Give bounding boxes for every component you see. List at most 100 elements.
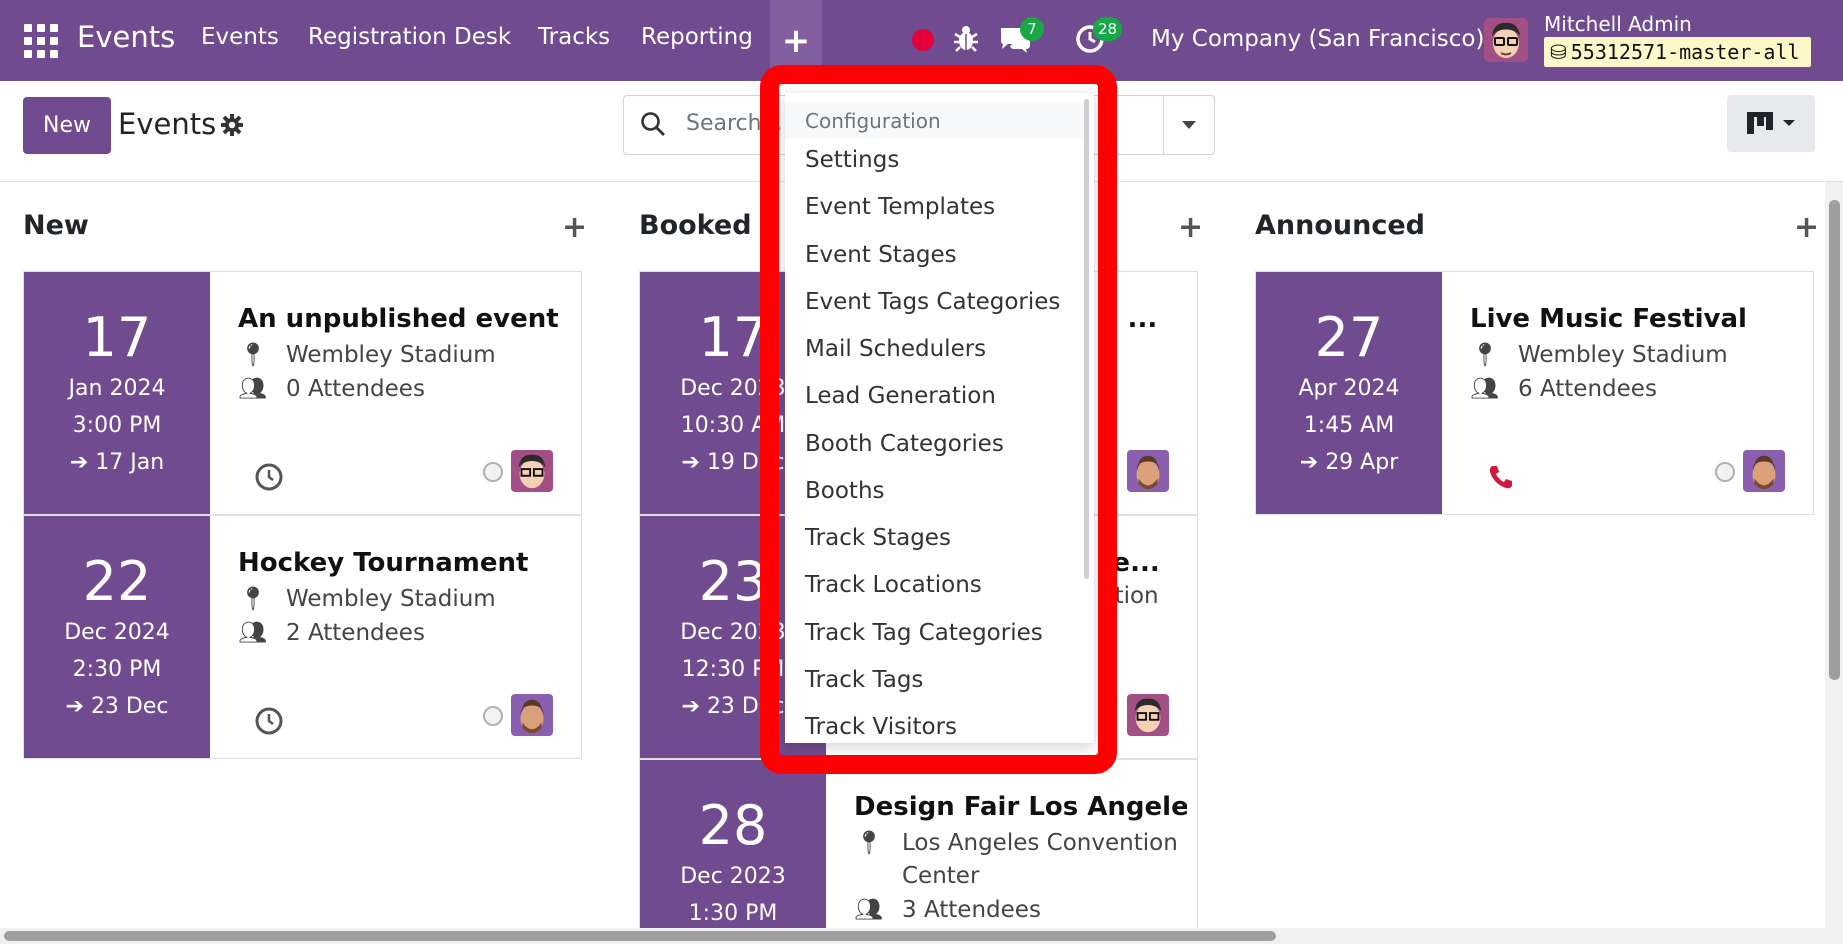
kanban-state-toggle[interactable] [483,706,503,726]
configuration-dropdown: Configuration Settings Event Templates E… [785,93,1094,743]
card-month-year: Jan 2024 [68,376,166,401]
horizontal-scrollbar-thumb[interactable] [4,931,1276,941]
menu-item-event-tags-categories[interactable]: Event Tags Categories [805,289,1060,315]
card-time: 3:00 PM [72,413,162,438]
activity-count-badge: 28 [1093,17,1123,41]
search-options-toggle[interactable] [1163,95,1215,155]
card-day: 22 [82,550,152,613]
search-icon [641,112,665,136]
menu-item-booth-categories[interactable]: Booth Categories [805,431,1004,457]
menu-item-track-stages[interactable]: Track Stages [805,525,951,551]
avatar[interactable] [1127,694,1169,736]
card-end-label: 23 Dec [90,694,169,719]
user-name[interactable]: Mitchell Admin [1544,12,1692,36]
users-icon: 👥︎ [238,376,268,402]
column-title-new: New [23,210,89,241]
card-title: te... [1100,548,1160,578]
event-card[interactable]: 22 Dec 2024 2:30 PM ➔ 23 Dec Hockey Tour… [23,515,582,759]
menu-reporting[interactable]: Reporting [641,24,753,50]
menu-item-event-stages[interactable]: Event Stages [805,242,957,268]
card-month-year: Apr 2024 [1298,376,1400,401]
avatar[interactable] [1743,450,1785,492]
card-date-block: 27 Apr 2024 1:45 AM ➔ 29 Apr [1256,272,1442,514]
map-pin-icon: 📍︎ [1470,342,1500,368]
card-attendees: 0 Attendees [286,375,425,402]
avatar[interactable] [1127,450,1169,492]
card-title: n ... [1100,304,1158,334]
company-switcher[interactable]: My Company (San Francisco) [1151,26,1484,52]
menu-tracks[interactable]: Tracks [538,24,610,50]
card-location: Los Angeles Convention [902,829,1178,856]
card-end-label: 29 Apr [1325,450,1399,475]
menu-item-settings[interactable]: Settings [805,147,899,173]
vertical-scrollbar-thumb[interactable] [1829,200,1840,680]
card-date-block: 28 Dec 2023 1:30 PM [640,760,826,938]
page-title: Events [118,107,217,141]
event-card[interactable]: 17 Jan 2024 3:00 PM ➔ 17 Jan An unpublis… [23,271,582,515]
dropdown-scrollbar[interactable] [1084,99,1089,579]
menu-registration-desk[interactable]: Registration Desk [308,24,511,50]
menu-item-track-visitors[interactable]: Track Visitors [805,714,957,740]
caret-down-icon [1182,121,1196,129]
view-switcher-button[interactable] [1727,95,1815,152]
top-navbar: Events Events Registration Desk Tracks R… [0,0,1843,81]
map-pin-icon: 📍︎ [238,342,268,368]
card-end-label: 23 Dec [706,694,785,719]
activity-clock-icon[interactable] [254,706,284,736]
user-avatar[interactable] [1484,18,1528,62]
card-location: Wembley Stadium [286,341,496,368]
menu-item-mail-schedulers[interactable]: Mail Schedulers [805,336,986,362]
database-icon: ⛁ [1550,40,1567,64]
card-end-date: ➔ 17 Jan [69,450,165,475]
column-title-booked: Booked [639,210,752,241]
card-time: 1:30 PM [688,901,778,926]
card-date-block: 17 Jan 2024 3:00 PM ➔ 17 Jan [24,272,210,514]
avatar[interactable] [511,450,553,492]
gear-icon[interactable] [220,113,244,137]
column-add-new-icon[interactable]: + [562,210,587,245]
debug-bug-icon[interactable] [953,24,979,54]
avatar[interactable] [511,694,553,736]
menu-item-booths[interactable]: Booths [805,478,885,504]
new-button[interactable]: New [23,97,111,154]
event-card[interactable]: 27 Apr 2024 1:45 AM ➔ 29 Apr Live Music … [1255,271,1814,515]
users-icon: 👥︎ [854,897,884,923]
menu-item-event-templates[interactable]: Event Templates [805,194,995,220]
menu-item-track-locations[interactable]: Track Locations [805,572,982,598]
card-title: Design Fair Los Angeles [854,792,1187,822]
database-name: ⛁ 55312571-master-all [1544,37,1811,67]
menu-events[interactable]: Events [201,24,279,50]
card-day: 27 [1314,306,1384,369]
search-input[interactable]: Search... [686,111,783,136]
menu-item-track-tag-categories[interactable]: Track Tag Categories [805,620,1043,646]
app-brand[interactable]: Events [77,20,175,54]
apps-menu-icon[interactable] [24,24,58,58]
card-title: An unpublished event [238,304,559,334]
kanban-state-toggle[interactable] [1715,462,1735,482]
users-icon: 👥︎ [238,620,268,646]
event-card[interactable]: 28 Dec 2023 1:30 PM Design Fair Los Ange… [639,759,1198,939]
chat-count-badge: 7 [1020,17,1044,41]
menu-item-track-tags[interactable]: Track Tags [805,667,923,693]
card-title: Live Music Festival [1470,304,1747,334]
map-pin-icon: 📍︎ [854,830,884,856]
card-day: 28 [698,794,768,857]
phone-activity-icon[interactable] [1486,462,1516,492]
card-month-year: Dec 2024 [64,620,170,645]
column-add-booked-icon[interactable]: + [1178,210,1203,245]
kanban-state-toggle[interactable] [483,462,503,482]
card-location: Wembley Stadium [1518,341,1728,368]
card-time: 1:45 AM [1303,413,1395,438]
menu-item-lead-generation[interactable]: Lead Generation [805,383,996,409]
activity-clock-icon[interactable] [254,462,284,492]
menu-configuration-plus[interactable]: + [770,0,822,81]
kanban-view-icon [1747,112,1795,134]
column-add-announced-icon[interactable]: + [1794,210,1819,245]
users-icon: 👥︎ [1470,376,1500,402]
card-end-date: ➔ 23 Dec [65,694,169,719]
record-indicator-icon[interactable] [912,29,934,51]
card-month-year: Dec 2023 [680,864,786,889]
map-pin-icon: 📍︎ [238,586,268,612]
card-attendees: 3 Attendees [902,896,1041,923]
card-attendees: 2 Attendees [286,619,425,646]
